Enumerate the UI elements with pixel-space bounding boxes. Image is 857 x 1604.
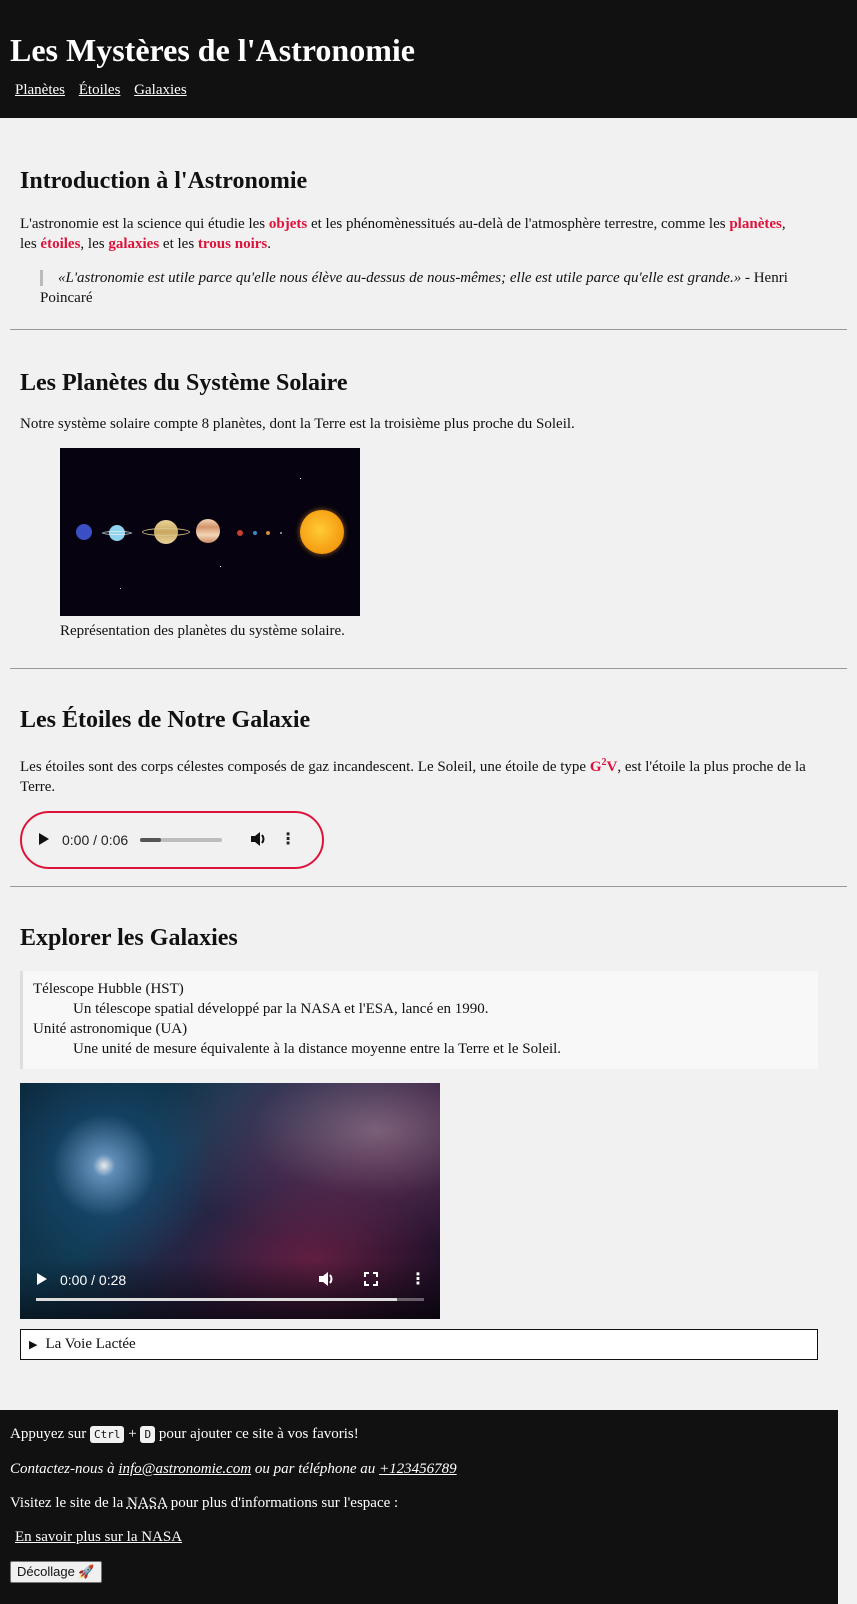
definition-term: Télescope Hubble (HST) (33, 981, 184, 997)
nav-link-etoiles[interactable]: Étoiles (79, 82, 121, 98)
stars-heading: Les Étoiles de Notre Galaxie (20, 707, 311, 733)
video-controls: 0:00 / 0:28 ⋮ (20, 1259, 440, 1319)
audio-time: 0:00 / 0:06 (62, 832, 129, 848)
star-dot (220, 566, 221, 567)
galaxies-section: Explorer les Galaxies Télescope Hubble (… (0, 887, 838, 1360)
video-volume-icon[interactable] (318, 1271, 336, 1289)
fullscreen-icon[interactable] (364, 1272, 378, 1288)
intro-heading: Introduction à l'Astronomie (20, 168, 308, 194)
planets-section: Les Planètes du Système Solaire Notre sy… (0, 330, 857, 668)
solar-system-figure: Représentation des planètes du système s… (20, 448, 837, 640)
venus-planet (266, 531, 270, 535)
definition-list: Télescope Hubble (HST) Un télescope spat… (20, 971, 818, 1069)
nasa-link[interactable]: En savoir plus sur la NASA (15, 1529, 182, 1545)
definition-description: Un télescope spatial développé par la NA… (73, 1001, 489, 1017)
decollage-button[interactable]: Décollage 🚀 (10, 1561, 102, 1583)
milky-way-details[interactable]: ▶ La Voie Lactée (20, 1329, 818, 1360)
details-summary-label: La Voie Lactée (45, 1336, 136, 1352)
quote-text: «L'astronomie est utile parce qu'elle no… (58, 270, 742, 286)
nasa-link-row: En savoir plus sur la NASA (10, 1527, 828, 1547)
mars-planet (237, 530, 243, 536)
star-dot (300, 478, 301, 479)
star-dot (120, 588, 121, 589)
highlight-trous-noirs: trous noirs (197, 236, 268, 252)
video-progress-fill (36, 1298, 397, 1301)
video-more-options-icon[interactable]: ⋮ (410, 1272, 426, 1288)
phone-link[interactable]: +123456789 (379, 1461, 457, 1477)
galaxy-video[interactable]: 0:00 / 0:28 ⋮ (20, 1083, 440, 1319)
more-options-icon[interactable]: ⋮ (280, 832, 296, 848)
solar-system-image (60, 448, 360, 616)
galaxies-heading: Explorer les Galaxies (20, 925, 238, 951)
star-type: G2V (589, 757, 618, 775)
definition-description: Une unité de mesure équivalente à la dis… (73, 1041, 562, 1057)
play-icon[interactable] (38, 832, 50, 848)
sun (300, 510, 344, 554)
audio-player: 0:00 / 0:06 ⋮ (20, 811, 324, 869)
volume-icon[interactable] (250, 831, 268, 849)
audio-progress-fill (140, 838, 161, 842)
favorites-hint: Appuyez sur Ctrl + D pour ajouter ce sit… (10, 1426, 359, 1443)
video-progress-bar[interactable] (36, 1298, 424, 1301)
solar-system-caption: Représentation des planètes du système s… (60, 623, 345, 639)
nav-link-planetes[interactable]: Planètes (15, 82, 65, 98)
planets-heading: Les Planètes du Système Solaire (20, 370, 348, 396)
highlight-galaxies: galaxies (108, 236, 160, 252)
neptune-planet (76, 524, 92, 540)
jupiter-planet (196, 519, 220, 543)
disclosure-triangle-icon: ▶ (29, 1339, 38, 1351)
details-summary[interactable]: ▶ La Voie Lactée (29, 1334, 809, 1355)
ctrl-key: Ctrl (89, 1426, 125, 1443)
intro-section: Introduction à l'Astronomie L'astronomie… (0, 118, 857, 329)
stars-section: Les Étoiles de Notre Galaxie Les étoiles… (0, 669, 857, 886)
intro-paragraph: L'astronomie est la science qui étudie l… (20, 216, 786, 252)
stars-paragraph: Les étoiles sont des corps célestes comp… (20, 757, 806, 795)
uranus-ring (102, 531, 132, 535)
definition-term: Unité astronomique (UA) (33, 1021, 188, 1037)
mercury-planet (280, 532, 282, 534)
site-title: Les Mystères de l'Astronomie (10, 32, 415, 68)
highlight-etoiles: étoiles (40, 236, 81, 252)
earth-planet (253, 531, 257, 535)
planets-paragraph: Notre système solaire compte 8 planètes,… (20, 416, 575, 432)
site-header: Les Mystères de l'Astronomie Planètes Ét… (0, 0, 857, 118)
nav-link-galaxies[interactable]: Galaxies (134, 82, 186, 98)
nasa-visit-text: Visitez le site de la NASA pour plus d'i… (10, 1495, 399, 1511)
site-footer: Appuyez sur Ctrl + D pour ajouter ce sit… (0, 1410, 838, 1604)
video-play-icon[interactable] (36, 1272, 48, 1288)
video-time: 0:00 / 0:28 (60, 1272, 127, 1288)
email-link[interactable]: info@astronomie.com (118, 1461, 251, 1477)
contact-info: Contactez-nous à info@astronomie.com ou … (10, 1461, 457, 1477)
poincare-quote: «L'astronomie est utile parce qu'elle no… (20, 268, 837, 308)
saturn-ring (142, 528, 190, 536)
main-nav: Planètes Étoiles Galaxies (10, 82, 847, 99)
d-key: D (140, 1426, 156, 1443)
nasa-abbr: NASA (126, 1495, 167, 1511)
audio-progress-bar[interactable] (140, 838, 223, 842)
highlight-planetes: planètes (729, 216, 782, 232)
highlight-objets: objets (268, 216, 308, 232)
